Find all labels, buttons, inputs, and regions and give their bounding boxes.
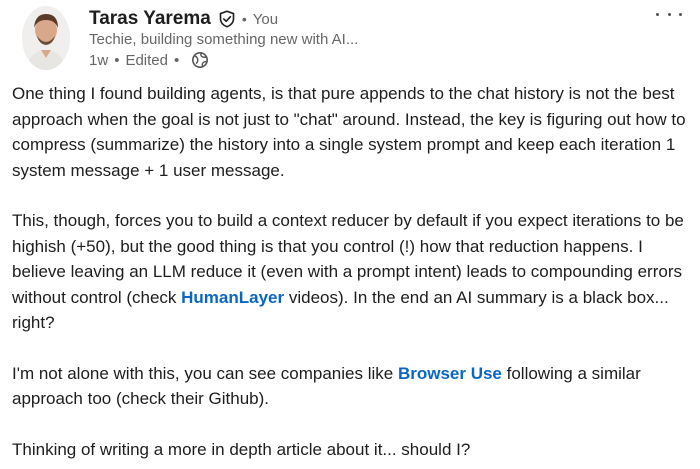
post-paragraph: One thing I found building agents, is th…: [12, 81, 696, 183]
post-meta: 1w • Edited •: [89, 51, 209, 69]
globe-icon: [192, 52, 209, 68]
separator-dot: •: [241, 11, 247, 27]
avatar-image: [22, 6, 70, 70]
post-body: One thing I found building agents, is th…: [12, 81, 696, 462]
post-paragraph: I'm not alone with this, you can see com…: [12, 361, 696, 412]
relation-label: You: [252, 10, 279, 28]
more-dot: [679, 12, 682, 16]
post-paragraph: Thinking of writing a more in depth arti…: [12, 437, 696, 463]
edited-label: Edited: [125, 51, 168, 69]
separator-dot: •: [114, 51, 120, 69]
mention-browser-use[interactable]: Browser Use: [398, 364, 502, 383]
more-options-icon[interactable]: [656, 7, 682, 21]
author-name[interactable]: Taras Yarema: [89, 8, 211, 30]
more-dot: [656, 12, 659, 16]
verified-shield-icon[interactable]: [218, 10, 236, 28]
post-paragraph: This, though, forces you to build a cont…: [12, 208, 696, 336]
separator-dot: •: [174, 51, 180, 69]
author-avatar[interactable]: [22, 6, 70, 70]
text-segment: One thing I found building agents, is th…: [12, 84, 686, 180]
text-segment: Thinking of writing a more in depth arti…: [12, 439, 471, 459]
post-header: Taras Yarema • You Techie, building some…: [0, 0, 700, 80]
mention-humanlayer[interactable]: HumanLayer: [181, 288, 284, 307]
more-dot: [667, 12, 671, 16]
post-time[interactable]: 1w: [89, 52, 108, 69]
text-segment: I'm not alone with this, you can see com…: [12, 363, 398, 383]
author-headline: Techie, building something new with AI..…: [89, 31, 359, 48]
author-name-row: Taras Yarema • You: [89, 7, 278, 31]
